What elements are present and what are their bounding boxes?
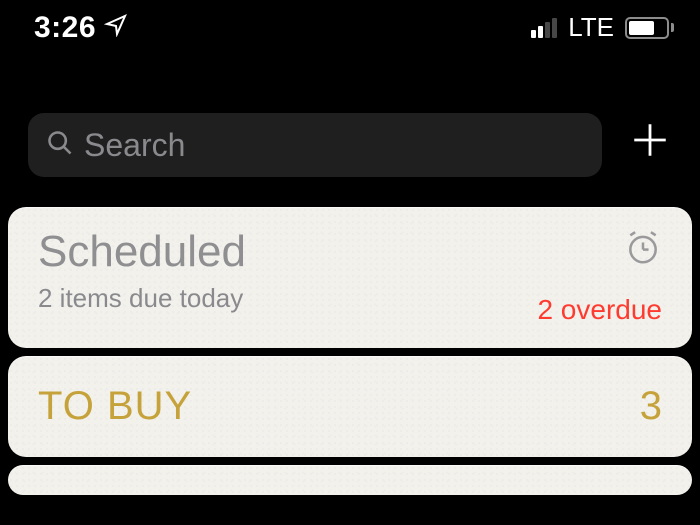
status-time: 3:26: [34, 11, 96, 45]
cellular-signal-icon: [531, 18, 557, 38]
alarm-clock-icon: [624, 229, 662, 272]
list-count: 3: [640, 384, 662, 429]
plus-icon: [629, 119, 671, 172]
scheduled-card[interactable]: Scheduled 2 items due today 2 overdue: [8, 207, 692, 348]
overdue-badge: 2 overdue: [537, 294, 662, 326]
location-icon: [104, 11, 128, 45]
list-item[interactable]: [8, 465, 692, 495]
search-input[interactable]: Search: [28, 113, 602, 177]
battery-icon: [625, 17, 674, 39]
reminders-app: 3:26 LTE: [0, 0, 700, 525]
scheduled-subtitle: 2 items due today: [38, 283, 246, 314]
add-button[interactable]: [620, 115, 680, 175]
lists-area[interactable]: Scheduled 2 items due today 2 overdue: [0, 207, 700, 525]
search-placeholder: Search: [84, 127, 185, 164]
status-bar: 3:26 LTE: [0, 0, 700, 55]
search-icon: [46, 129, 74, 162]
network-type: LTE: [568, 12, 614, 43]
status-right: LTE: [531, 12, 674, 43]
status-left: 3:26: [34, 11, 128, 45]
scheduled-title: Scheduled: [38, 229, 246, 275]
search-row: Search: [0, 113, 700, 177]
list-item[interactable]: TO BUY 3: [8, 356, 692, 457]
list-name: TO BUY: [38, 384, 192, 429]
